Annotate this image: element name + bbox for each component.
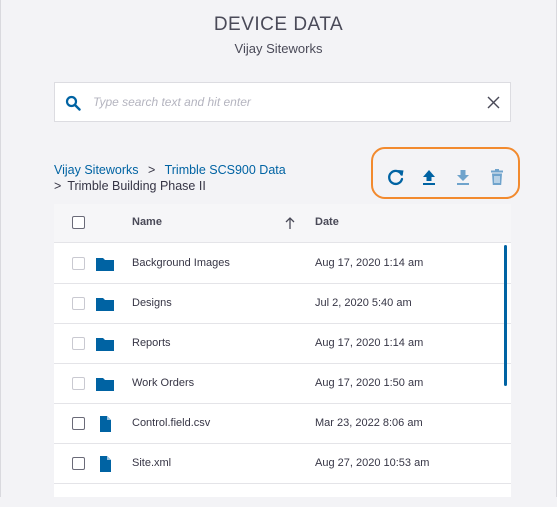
close-icon[interactable]	[487, 96, 500, 109]
row-name: Work Orders	[132, 377, 195, 389]
table-row[interactable]: Site.xml Aug 27, 2020 10:53 am	[54, 444, 511, 484]
row-date: Mar 23, 2022 8:06 am	[315, 417, 423, 429]
row-date: Aug 27, 2020 10:53 am	[315, 457, 430, 469]
folder-icon	[96, 258, 114, 271]
table-row[interactable]: Reports Aug 17, 2020 1:14 am	[54, 324, 511, 364]
search-input[interactable]	[93, 83, 473, 121]
row-checkbox[interactable]	[72, 417, 85, 430]
row-name: Site.xml	[132, 457, 172, 469]
trash-icon[interactable]	[488, 168, 506, 186]
table-row[interactable]: Designs Jul 2, 2020 5:40 am	[54, 284, 511, 324]
row-name: Designs	[132, 297, 172, 309]
file-table: Name Date Background Images Aug 17, 2020…	[54, 204, 511, 497]
upload-icon[interactable]	[420, 168, 438, 186]
page-subtitle: Vijay Siteworks	[234, 41, 323, 56]
breadcrumb: Vijay Siteworks > Trimble SCS900 Data > T…	[54, 162, 286, 194]
row-checkbox[interactable]	[72, 457, 85, 470]
folder-icon	[96, 298, 114, 311]
breadcrumb-item-root[interactable]: Vijay Siteworks	[54, 163, 139, 177]
breadcrumb-line-current: > Trimble Building Phase II	[54, 178, 286, 194]
folder-icon	[96, 338, 114, 351]
file-icon	[100, 456, 111, 472]
row-checkbox[interactable]	[72, 257, 85, 270]
row-date: Aug 17, 2020 1:14 am	[315, 257, 424, 269]
search-bar[interactable]	[54, 82, 511, 122]
row-checkbox[interactable]	[72, 337, 85, 350]
breadcrumb-separator: >	[54, 179, 62, 193]
page-footer-spacer	[0, 497, 557, 507]
column-header-name[interactable]: Name	[132, 216, 162, 228]
search-icon	[65, 95, 81, 111]
table-row[interactable]: Control.field.csv Mar 23, 2022 8:06 am	[54, 404, 511, 444]
sort-arrow-up-icon[interactable]	[284, 216, 296, 230]
row-date: Aug 17, 2020 1:14 am	[315, 337, 424, 349]
table-row[interactable]: Background Images Aug 17, 2020 1:14 am	[54, 244, 511, 284]
table-header: Name Date	[54, 204, 511, 243]
file-icon	[100, 416, 111, 432]
row-checkbox[interactable]	[72, 297, 85, 310]
page-title: DEVICE DATA	[213, 14, 344, 35]
row-checkbox[interactable]	[72, 377, 85, 390]
breadcrumb-item-scs900[interactable]: Trimble SCS900 Data	[165, 163, 286, 177]
table-row[interactable]: Work Orders Aug 17, 2020 1:50 am	[54, 364, 511, 404]
row-name: Control.field.csv	[132, 417, 211, 429]
refresh-icon[interactable]	[387, 168, 405, 186]
breadcrumb-item-current: Trimble Building Phase II	[67, 179, 206, 193]
folder-icon	[96, 378, 114, 391]
scrollbar[interactable]	[504, 245, 507, 386]
select-all-checkbox[interactable]	[72, 216, 85, 229]
row-name: Background Images	[132, 257, 230, 269]
column-header-date[interactable]: Date	[315, 216, 339, 228]
row-date: Jul 2, 2020 5:40 am	[315, 297, 412, 309]
row-date: Aug 17, 2020 1:50 am	[315, 377, 424, 389]
download-icon[interactable]	[454, 168, 472, 186]
breadcrumb-separator: >	[148, 163, 156, 177]
row-name: Reports	[132, 337, 171, 349]
